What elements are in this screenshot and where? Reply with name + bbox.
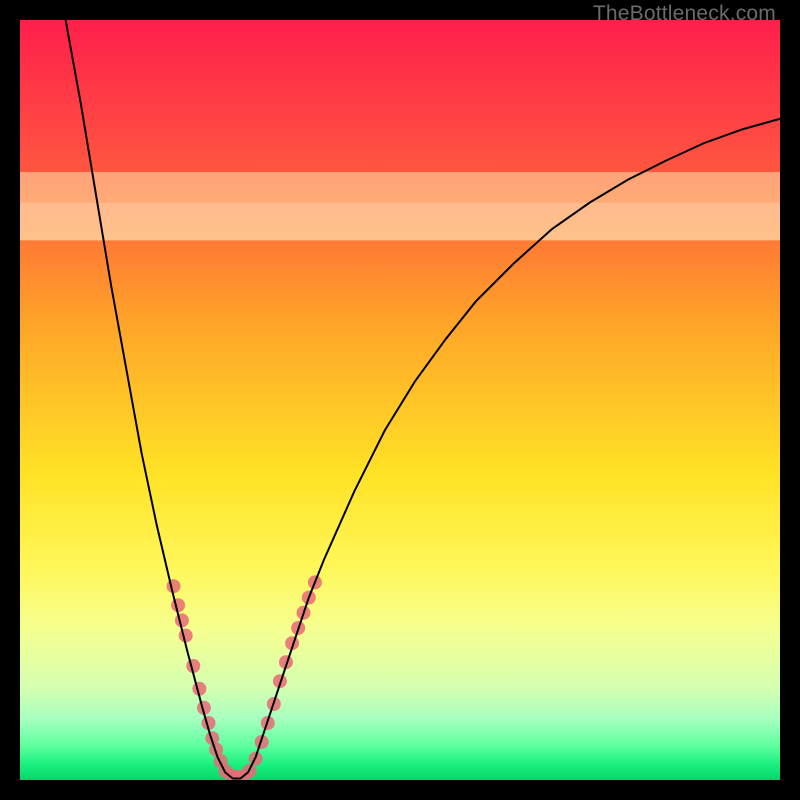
watermark-label: TheBottleneck.com <box>593 2 776 26</box>
chart-frame <box>20 20 780 780</box>
chart-svg <box>20 20 780 780</box>
chart-bands <box>20 172 780 240</box>
chart-background <box>20 20 780 780</box>
